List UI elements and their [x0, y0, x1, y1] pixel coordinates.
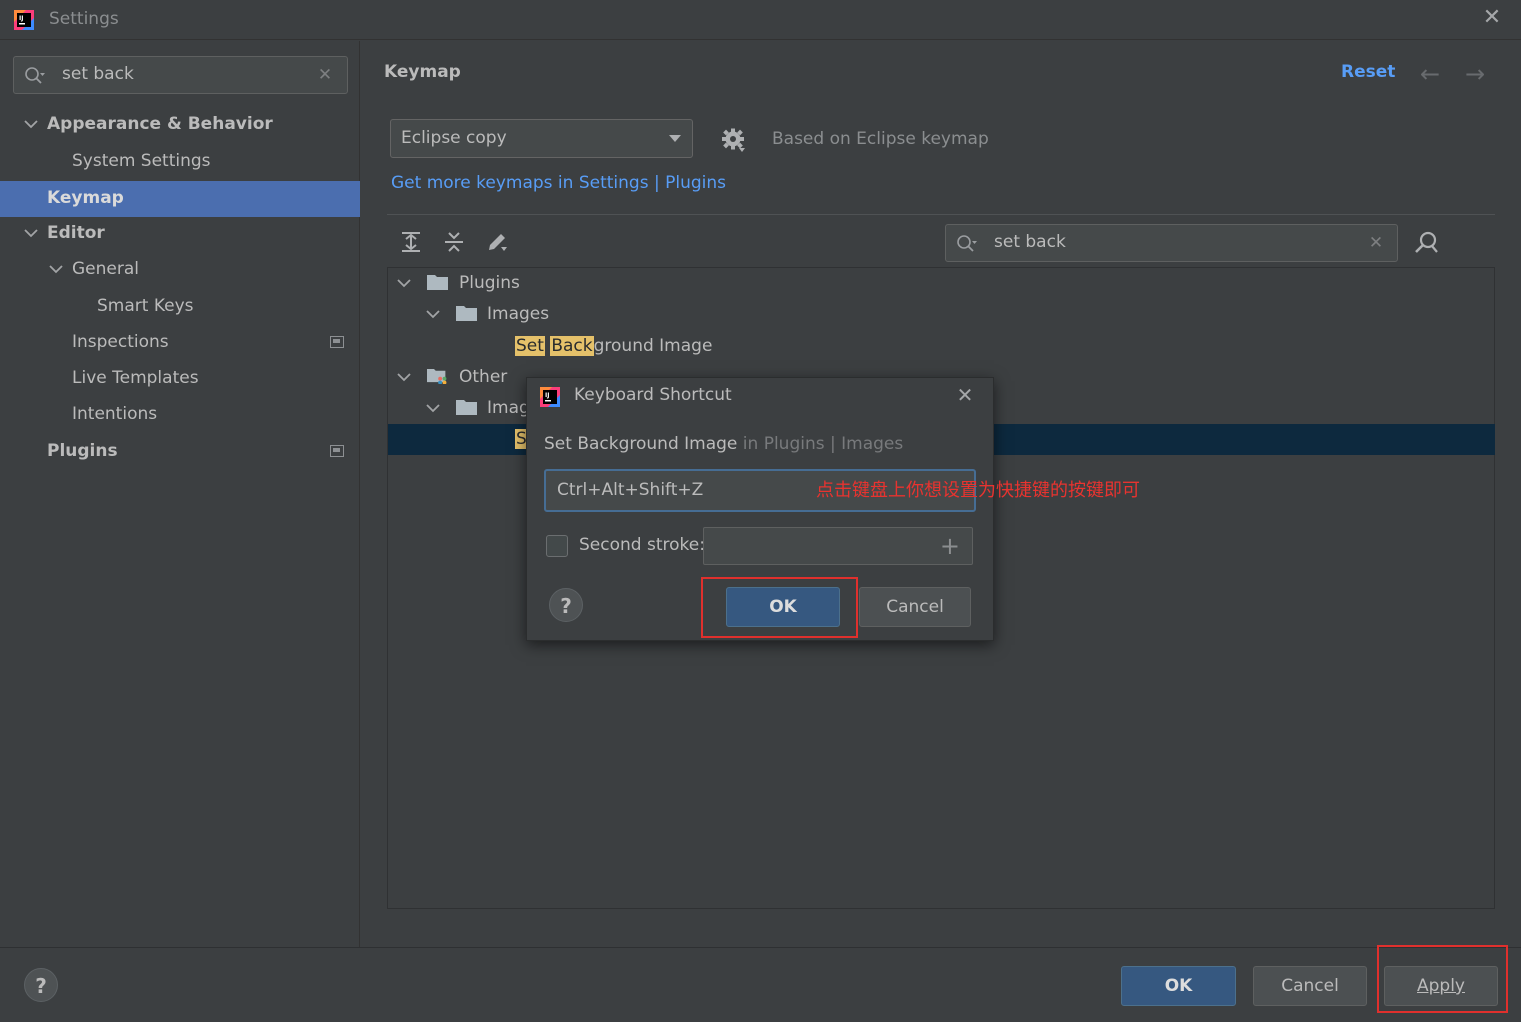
tree-node-images-other[interactable]: Imag — [487, 393, 530, 423]
other-folder-icon — [427, 369, 447, 384]
cancel-button[interactable]: Cancel — [1253, 966, 1367, 1006]
dialog-cancel-button[interactable]: Cancel — [859, 587, 971, 627]
chevron-down-icon[interactable] — [22, 224, 40, 242]
add-icon[interactable]: + — [940, 532, 960, 560]
chevron-down-icon[interactable] — [424, 305, 442, 323]
title-bar — [0, 0, 1521, 40]
sidebar-item-smart-keys[interactable]: Smart Keys — [97, 288, 194, 324]
back-arrow-icon[interactable]: ← — [1420, 60, 1440, 88]
expand-all-icon[interactable] — [399, 230, 423, 254]
search-icon — [957, 235, 977, 252]
sidebar-search-input[interactable]: set back ✕ — [13, 56, 348, 94]
search-icon — [25, 67, 45, 84]
sidebar-item-appearance-behavior[interactable]: Appearance & Behavior — [47, 106, 273, 142]
get-more-keymaps-link[interactable]: Get more keymaps in Settings | Plugins — [391, 173, 726, 193]
window-close-icon[interactable]: ✕ — [1480, 6, 1504, 30]
sidebar-item-general[interactable]: General — [72, 251, 139, 287]
action-path: in Plugins | Images — [737, 434, 904, 454]
chevron-down-icon[interactable] — [395, 368, 413, 386]
dialog-close-icon[interactable]: ✕ — [955, 383, 975, 407]
tree-node-other[interactable]: Other — [459, 362, 507, 392]
sidebar-item-system-settings[interactable]: System Settings — [72, 143, 211, 179]
folder-icon — [427, 275, 448, 290]
dialog-help-button[interactable]: ? — [549, 588, 583, 622]
window-title: Settings — [49, 9, 119, 29]
collapse-all-icon[interactable] — [442, 230, 466, 254]
sidebar-item-intentions[interactable]: Intentions — [72, 396, 157, 432]
first-stroke-value: Ctrl+Alt+Shift+Z — [557, 480, 704, 500]
folder-icon — [456, 400, 477, 415]
edit-shortcut-icon[interactable] — [485, 230, 509, 254]
search-match-highlight: Set — [515, 336, 545, 356]
ok-button[interactable]: OK — [1121, 966, 1236, 1006]
tree-node-set-background-image[interactable]: Set Background Image — [515, 331, 712, 361]
sidebar-item-keymap[interactable]: Keymap — [47, 180, 124, 216]
find-by-shortcut-icon[interactable] — [1413, 230, 1441, 256]
dropdown-arrow-icon — [669, 135, 681, 142]
sidebar-item-editor[interactable]: Editor — [47, 215, 105, 251]
svg-text:IJ: IJ — [19, 15, 23, 22]
project-level-icon — [330, 445, 344, 457]
chevron-down-icon[interactable] — [395, 274, 413, 292]
tree-node-label-rest: ground Image — [593, 336, 713, 356]
sidebar-search-value: set back — [62, 64, 134, 84]
based-on-label: Based on Eclipse keymap — [772, 129, 989, 149]
forward-arrow-icon[interactable]: → — [1465, 60, 1485, 88]
dialog-title: Keyboard Shortcut — [574, 385, 732, 405]
svg-text:IJ: IJ — [545, 392, 549, 399]
keymap-search-value: set back — [994, 232, 1066, 252]
help-button[interactable]: ? — [24, 968, 58, 1002]
intellij-logo-icon: IJ — [540, 387, 560, 407]
tree-node-images[interactable]: Images — [487, 299, 549, 329]
chevron-down-icon[interactable] — [424, 399, 442, 417]
dialog-action-label: Set Background Image in Plugins | Images — [544, 434, 903, 454]
gear-icon[interactable] — [720, 127, 746, 153]
tree-node-plugins[interactable]: Plugins — [459, 268, 520, 298]
page-title: Keymap — [384, 62, 461, 82]
chevron-down-icon[interactable] — [47, 260, 65, 278]
keymap-select[interactable]: Eclipse copy — [390, 119, 693, 158]
second-stroke-checkbox[interactable] — [546, 535, 568, 557]
keymap-select-value: Eclipse copy — [401, 128, 507, 148]
reset-link[interactable]: Reset — [1341, 62, 1395, 82]
search-match-highlight: Back — [550, 336, 594, 356]
clear-search-icon[interactable]: ✕ — [1366, 233, 1386, 253]
keymap-search-input[interactable]: set back ✕ — [945, 224, 1398, 262]
sidebar-item-plugins[interactable]: Plugins — [47, 433, 118, 469]
second-stroke-label: Second stroke: — [579, 535, 705, 555]
chevron-down-icon[interactable] — [22, 115, 40, 133]
second-stroke-input[interactable]: + — [703, 527, 973, 565]
clear-search-icon[interactable]: ✕ — [315, 65, 335, 85]
sidebar-item-live-templates[interactable]: Live Templates — [72, 360, 199, 396]
dialog-ok-button[interactable]: OK — [726, 587, 840, 627]
sidebar-item-inspections[interactable]: Inspections — [72, 324, 169, 360]
intellij-logo-icon: IJ — [14, 10, 34, 30]
action-name: Set Background Image — [544, 434, 738, 454]
annotation-text: 点击键盘上你想设置为快捷键的按键即可 — [816, 480, 1140, 501]
project-level-icon — [330, 336, 344, 348]
apply-button[interactable]: Apply — [1384, 966, 1498, 1006]
separator — [387, 214, 1495, 215]
folder-icon — [456, 306, 477, 321]
